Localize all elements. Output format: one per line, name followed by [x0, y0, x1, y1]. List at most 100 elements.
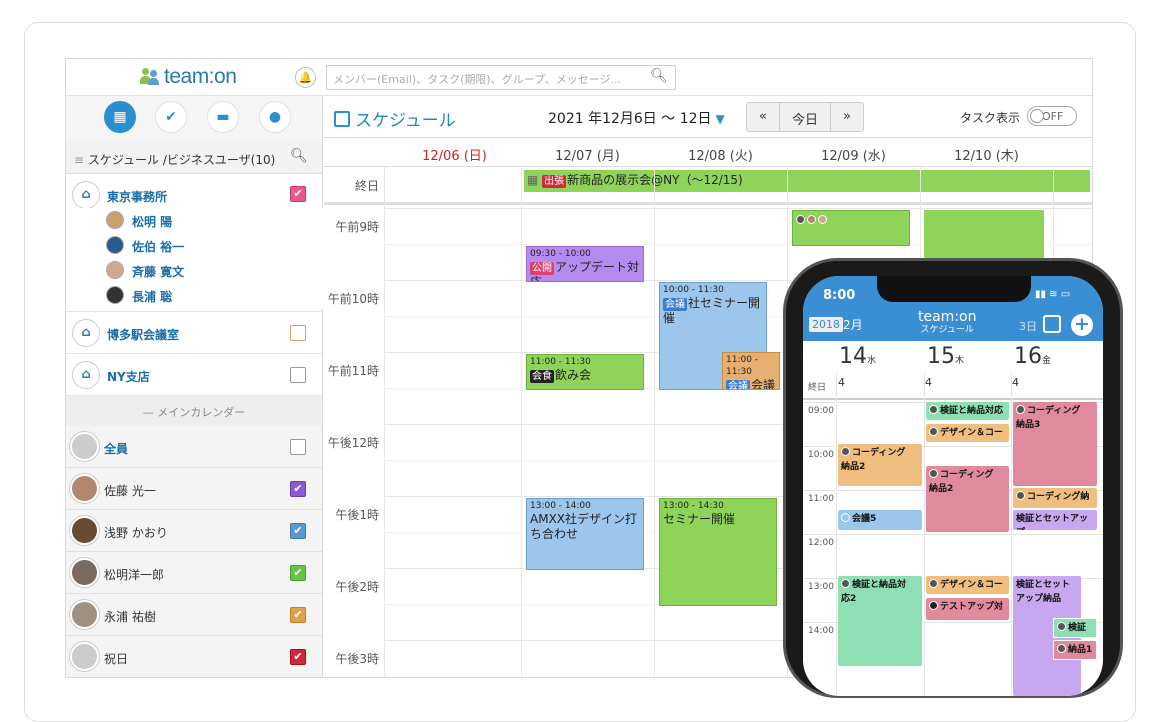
grid-line — [803, 398, 1103, 400]
phone-event[interactable]: コーディング 納品3 — [1013, 402, 1097, 486]
facility-checkbox[interactable]: ✔ — [290, 186, 306, 202]
person-checkbox[interactable]: ✔ — [290, 481, 306, 497]
chat-icon[interactable]: ▬ — [207, 101, 239, 133]
facility-checkbox[interactable] — [290, 367, 306, 383]
person-all[interactable]: 全員 — [66, 426, 322, 468]
phone-event[interactable]: コーディング 納品2 — [838, 444, 922, 486]
schedule-header-label: スケジュール /ビジネスユーザ(10) — [87, 153, 276, 167]
member-item[interactable]: 佐伯 裕一 — [66, 233, 323, 258]
phone-view-toggle[interactable]: 3日 — [1019, 318, 1037, 334]
add-icon[interactable]: + — [1071, 314, 1093, 336]
calendar-icon[interactable] — [1043, 315, 1061, 333]
user-icon[interactable]: ● — [259, 101, 291, 133]
day-header-cell[interactable]: 12/07 (月) — [521, 145, 654, 164]
phone-event[interactable]: デザイン＆コー — [926, 424, 1009, 442]
phone-hour: 09:00 — [808, 406, 834, 416]
event-title: 飲み会 — [555, 368, 592, 382]
page-title: スケジュール — [334, 106, 456, 131]
toggle-text: OFF — [1042, 110, 1064, 123]
calendar-small-icon: ▦ — [527, 173, 543, 187]
avatar — [106, 286, 124, 304]
phone-event-text: 検証とセット — [1016, 580, 1071, 590]
person-item[interactable]: 佐藤 光一 ✔ — [66, 468, 322, 510]
facility-name: NY支店 — [107, 370, 150, 384]
phone-event-text: 検証とセットアップ — [1016, 514, 1089, 530]
day-header-cell[interactable]: 12/10 (木) — [920, 145, 1053, 164]
person-checkbox[interactable]: ✔ — [290, 565, 306, 581]
avatar — [70, 474, 99, 503]
phone-event[interactable]: 検証と納品対応 — [926, 402, 1009, 420]
phone-event[interactable]: 検証とセットアップ — [1013, 510, 1097, 530]
search-input[interactable]: メンバー(Email)、タスク(期限)、グループ、メッセージ... — [326, 65, 676, 90]
member-item[interactable]: 斉藤 寛文 — [66, 258, 323, 283]
phone-year[interactable]: 2018 — [809, 317, 843, 332]
phone-event[interactable]: 会議5 — [838, 510, 922, 530]
phone-event-text: 応2 — [841, 594, 857, 604]
day-header-cell[interactable]: 12/06 (日) — [388, 145, 521, 164]
allday-event[interactable]: ▦ 出張新商品の展示会@NY（〜12/15) — [524, 170, 1090, 192]
facility-hakata[interactable]: ⌂ 博多駅会議室 — [66, 312, 322, 354]
bell-icon[interactable]: 🔔 — [295, 67, 316, 88]
hour-label: 午後3時 — [335, 652, 379, 666]
avatar — [70, 600, 99, 629]
prev-button[interactable]: « — [747, 103, 780, 131]
phone-event[interactable]: デザイン＆コー — [926, 576, 1009, 594]
facility-checkbox[interactable] — [290, 325, 306, 341]
hour-label: 午後2時 — [335, 580, 379, 594]
phone-event-text: 検証と納品対 — [852, 580, 907, 590]
phone-event[interactable]: 検証と — [1053, 618, 1097, 638]
calendar-event[interactable]: 09:30 - 10:00 公開 アップデート対応 — [526, 246, 644, 282]
facility-ny[interactable]: ⌂ NY支店 — [66, 354, 322, 396]
dropdown-icon[interactable]: ▼ — [716, 112, 725, 126]
phone-event[interactable]: 納品1 — [1053, 640, 1097, 660]
phone-event[interactable]: テストアップ対 — [926, 598, 1009, 620]
search-icon[interactable]: 🔍︎ — [650, 68, 668, 84]
task-toggle[interactable]: OFF — [1027, 106, 1077, 126]
calendar-event[interactable] — [792, 210, 910, 246]
phone-event[interactable]: 検証と納品対応2 — [838, 576, 922, 666]
person-item[interactable]: 松明洋一郎 ✔ — [66, 552, 322, 594]
avatar — [106, 236, 124, 254]
person-item[interactable]: 浅野 かおり ✔ — [66, 510, 322, 552]
member-item[interactable]: 松明 陽 — [66, 208, 323, 233]
calendar-event[interactable]: 13:00 - 14:30 セミナー開催 — [659, 498, 777, 606]
day-header-cell[interactable]: 12/09 (水) — [787, 145, 920, 164]
sidebar-search-icon[interactable]: 🔍︎ — [290, 148, 308, 164]
person-checkbox[interactable]: ✔ — [290, 523, 306, 539]
member-item[interactable]: 長浦 聡 — [66, 283, 323, 308]
logo[interactable]: team:on — [140, 65, 237, 89]
calendar-event[interactable]: 13:00 - 14:00 AMXX社デザイン打ち合わせ — [526, 498, 644, 570]
today-button[interactable]: 今日 — [780, 103, 831, 131]
day-header-cell[interactable]: 12/08 (火) — [654, 145, 787, 164]
menu-icon[interactable]: ≡ — [74, 153, 88, 167]
phone-month[interactable]: 2月 — [843, 316, 863, 333]
person-holiday[interactable]: 祝日 ✔ — [66, 636, 322, 677]
person-checkbox[interactable]: ✔ — [290, 607, 306, 623]
phone-logo: team:on スケジュール — [918, 310, 976, 337]
sidebar-icon-row: ▦ ✔ ▬ ● — [66, 96, 322, 138]
person-item[interactable]: 永浦 祐樹 ✔ — [66, 594, 322, 636]
people-logo-icon — [140, 67, 162, 85]
next-button[interactable]: » — [831, 103, 863, 131]
phone-day[interactable]: 14水 — [839, 344, 876, 369]
phone-event-text: デザイン＆コー — [940, 428, 1004, 438]
phone-day-num: 16 — [1014, 344, 1042, 369]
date-range[interactable]: 2021 年12月6日 〜 12日 ▼ — [548, 108, 725, 128]
check-icon[interactable]: ✔ — [155, 101, 187, 133]
calendar-icon[interactable]: ▦ — [104, 101, 136, 133]
calendar-event[interactable]: 11:00 - 11:30 会議 会議 — [722, 352, 780, 390]
phone-event-text: テストアップ対 — [940, 602, 1004, 612]
phone-day[interactable]: 15木 — [927, 344, 964, 369]
person-checkbox[interactable]: ✔ — [290, 649, 306, 665]
phone-hour: 11:00 — [808, 494, 834, 504]
phone-day[interactable]: 16金 — [1014, 344, 1051, 369]
signal-icon: ▮▮ ≋ ▭ — [1035, 289, 1071, 300]
phone-event[interactable]: コーディング 納品2 — [926, 466, 1009, 532]
event-title: AMXX社デザイン打ち合わせ — [530, 512, 638, 541]
event-tag: 会食 — [530, 370, 554, 383]
phone-event[interactable]: コーディング納 — [1013, 488, 1097, 508]
calendar-event[interactable]: 11:00 - 11:30 会食 飲み会 — [526, 354, 644, 390]
person-checkbox[interactable] — [290, 439, 306, 455]
facility-tokyo[interactable]: ⌂ 東京事務所 ✔ 松明 陽 佐伯 裕一 斉藤 寛文 長浦 聡 — [66, 174, 323, 312]
avatar — [106, 211, 124, 229]
